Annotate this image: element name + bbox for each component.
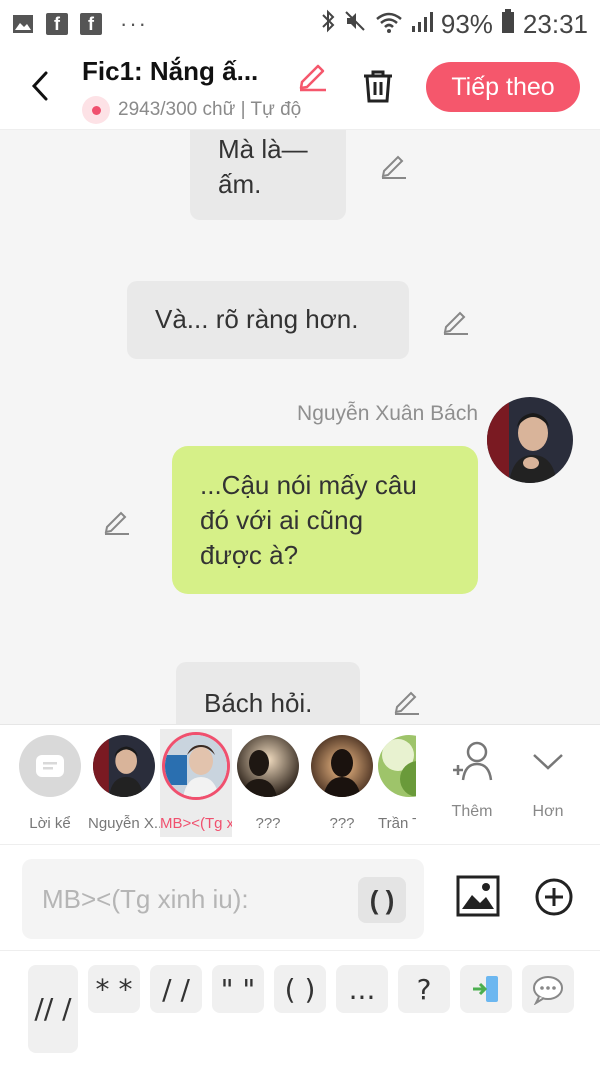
shortcut-question[interactable]: ? — [398, 965, 450, 1013]
plus-circle-icon — [535, 878, 573, 916]
character-label: MB><(Tg x... — [160, 815, 232, 832]
composer: ( ) — [0, 844, 600, 950]
message-text: được à? — [200, 540, 299, 570]
gallery-icon — [12, 13, 34, 35]
facebook-icon: f — [80, 13, 102, 35]
message-text: ấm. — [218, 169, 262, 199]
wifi-icon — [375, 9, 403, 40]
bluetooth-icon — [321, 9, 335, 40]
shortcut-parentheses[interactable]: ( ) — [274, 965, 326, 1013]
avatar — [165, 735, 227, 797]
add-character-button[interactable]: Thêm — [442, 737, 502, 821]
mute-icon — [343, 9, 367, 40]
narration-bubble[interactable]: Và... rõ ràng hơn. — [127, 281, 409, 359]
signal-icon — [411, 9, 433, 40]
delete-button[interactable] — [358, 66, 398, 106]
message-text: Bách hỏi. — [204, 688, 313, 718]
dialogue-bubble[interactable]: ...Cậu nói mấy câu đó với ai cũng được à… — [172, 446, 478, 594]
character-mb-selected[interactable]: MB><(Tg x... — [160, 729, 232, 837]
shortcut-quotes[interactable]: " " — [212, 965, 264, 1013]
message-text: Và... rõ ràng hơn. — [155, 304, 359, 334]
add-button[interactable] — [534, 877, 574, 917]
character-label: ??? — [329, 815, 355, 832]
add-user-icon — [453, 741, 493, 781]
insert-image-button[interactable] — [456, 875, 500, 917]
chat-bubble-icon — [533, 976, 563, 1005]
edit-message-button[interactable] — [379, 150, 409, 180]
avatar[interactable] — [487, 397, 573, 483]
chevron-left-icon — [31, 71, 48, 101]
edit-title-button[interactable] — [296, 58, 330, 92]
shortcut-label: // / — [34, 992, 72, 1025]
shortcut-asterisks[interactable]: * * — [88, 965, 140, 1013]
pencil-icon — [394, 691, 419, 715]
edit-message-button[interactable] — [441, 306, 471, 336]
character-narrator[interactable]: Lời kể — [14, 735, 86, 832]
character-label: ??? — [255, 815, 281, 832]
character-unknown-2[interactable]: ??? — [306, 735, 378, 832]
avatar — [93, 735, 155, 797]
shortcut-bar: // / * * / / " " ( ) ... ? — [0, 950, 600, 1067]
message-text: đó với ai cũng — [200, 505, 364, 535]
character-nguyen-xuan-bach[interactable]: Nguyễn X... — [88, 735, 160, 832]
more-characters-button[interactable]: Hơn — [518, 737, 578, 821]
pencil-icon — [104, 511, 129, 535]
status-bar: f f ··· 93% 23:31 — [0, 0, 600, 48]
edit-message-button[interactable] — [102, 506, 132, 536]
shortcut-ellipsis[interactable]: ... — [336, 965, 388, 1013]
narrator-icon — [19, 735, 81, 797]
character-selector: Lời kể Nguyễn X... MB><(Tg x... ??? ??? … — [0, 724, 600, 844]
avatar — [311, 735, 373, 797]
pencil-icon — [443, 311, 468, 335]
sender-name: Nguyễn Xuân Bách — [297, 402, 478, 425]
back-button[interactable] — [22, 64, 58, 108]
message-input[interactable] — [42, 879, 352, 919]
avatar — [237, 735, 299, 797]
image-icon — [456, 875, 500, 917]
character-label: Lời kể — [29, 815, 71, 832]
clock: 23:31 — [522, 8, 588, 39]
character-label: Nguyễn X... — [88, 815, 160, 832]
shortcut-slashes[interactable]: // / — [28, 965, 78, 1053]
word-count-row: 2943/300 chữ | Tự độ — [82, 96, 330, 124]
shortcut-double-slash[interactable]: / / — [150, 965, 202, 1013]
chevron-down-icon — [533, 754, 563, 770]
character-label: Trần T — [378, 815, 416, 832]
message-input-box[interactable]: ( ) — [22, 859, 424, 939]
pencil-icon — [381, 155, 406, 179]
more-characters-label: Hơn — [532, 803, 564, 820]
next-button[interactable]: Tiếp theo — [426, 62, 580, 112]
avatar — [378, 735, 416, 797]
add-character-label: Thêm — [451, 803, 493, 820]
character-unknown-1[interactable]: ??? — [232, 735, 304, 832]
phone-transfer-icon — [473, 976, 498, 1002]
more-notifications-icon: ··· — [120, 11, 148, 36]
message-text: Mà là— — [218, 134, 308, 164]
pencil-icon — [299, 64, 326, 92]
shortcut-chat-bubble[interactable] — [522, 965, 574, 1013]
battery-icon — [501, 8, 515, 40]
facebook-icon: f — [46, 13, 68, 35]
chat-area[interactable]: Mà là— ấm. Và... rõ ràng hơn. Nguyễn Xuâ… — [0, 130, 600, 724]
story-title: Fic1: Nắng ấ... — [82, 56, 259, 86]
shortcut-phone-transfer[interactable] — [460, 965, 512, 1013]
message-text: ...Cậu nói mấy câu — [200, 470, 417, 500]
trash-icon — [364, 70, 392, 103]
status-dot-icon — [82, 96, 110, 124]
parenthesis-button[interactable]: ( ) — [358, 877, 406, 923]
narration-bubble[interactable]: Bách hỏi. — [176, 662, 360, 724]
edit-message-button[interactable] — [392, 686, 422, 716]
word-count: 2943/300 chữ | Tự độ — [118, 99, 302, 120]
battery-percent: 93% — [440, 8, 493, 39]
app-header: Fic1: Nắng ấ... 2943/300 chữ | Tự độ Tiế… — [0, 48, 600, 130]
character-tran[interactable]: Trần T — [378, 735, 416, 832]
narration-bubble[interactable]: Mà là— ấm. — [190, 130, 346, 220]
